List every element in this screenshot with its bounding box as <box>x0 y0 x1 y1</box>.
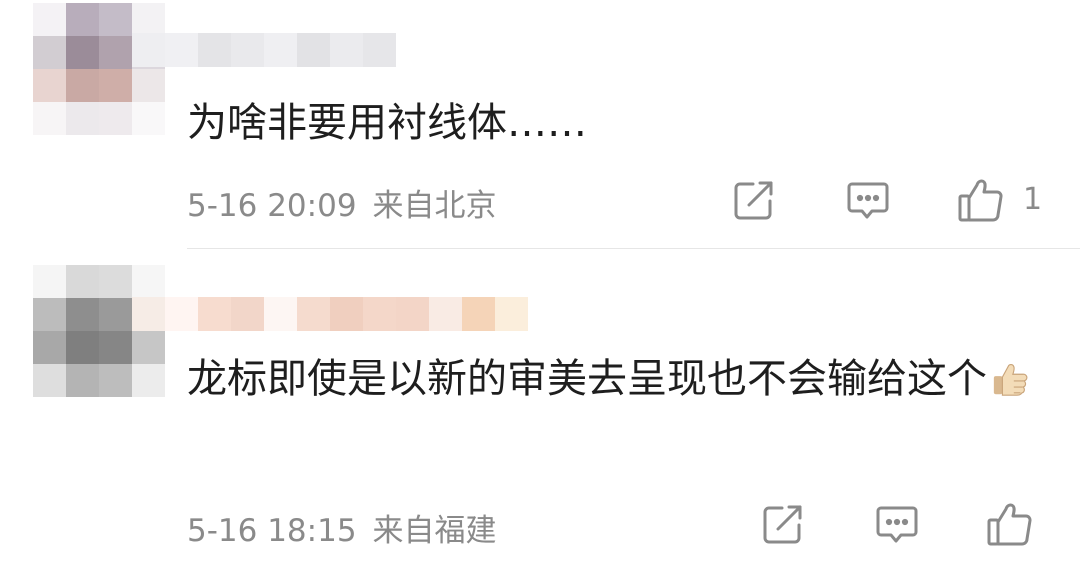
comment-item: 龙标即使是以新的审美去呈现也不会输给这个 5-16 18:15 来自福建 <box>0 250 1080 576</box>
location: 来自福建 <box>372 513 497 549</box>
timestamp: 5-16 18:15 <box>187 513 357 549</box>
comment-meta: 5-16 18:15 来自福建 <box>187 505 497 550</box>
thumbs-up-icon <box>958 179 1003 222</box>
share-icon <box>734 181 773 220</box>
comment-button[interactable] <box>844 178 892 224</box>
thumbs-up-icon <box>987 503 1032 546</box>
comment-text: 龙标即使是以新的审美去呈现也不会输给这个 <box>187 348 1057 410</box>
like-button[interactable] <box>956 176 1006 224</box>
comment-item: 为啥非要用衬线体…… 5-16 20:09 来自北京 1 <box>0 0 1080 250</box>
avatar[interactable] <box>33 3 165 135</box>
comment-icon <box>876 506 918 543</box>
share-button[interactable] <box>759 502 807 548</box>
username[interactable] <box>132 297 528 331</box>
comment-icon <box>847 182 889 219</box>
share-icon <box>763 505 802 544</box>
comment-text-content: 为啥非要用衬线体…… <box>187 100 587 146</box>
avatar[interactable] <box>33 265 165 397</box>
divider <box>187 248 1080 249</box>
username[interactable] <box>132 33 396 67</box>
share-button[interactable] <box>730 178 778 224</box>
comment-button[interactable] <box>873 502 921 548</box>
comment-text: 为啥非要用衬线体…… <box>187 92 1057 154</box>
timestamp: 5-16 20:09 <box>187 188 357 224</box>
comment-text-content: 龙标即使是以新的审美去呈现也不会输给这个 <box>187 356 987 402</box>
thumbs-up-emoji <box>993 363 1028 396</box>
comment-meta: 5-16 20:09 来自北京 <box>187 180 497 225</box>
like-count: 1 <box>1023 182 1043 217</box>
like-button[interactable] <box>985 500 1035 548</box>
location: 来自北京 <box>372 188 497 224</box>
